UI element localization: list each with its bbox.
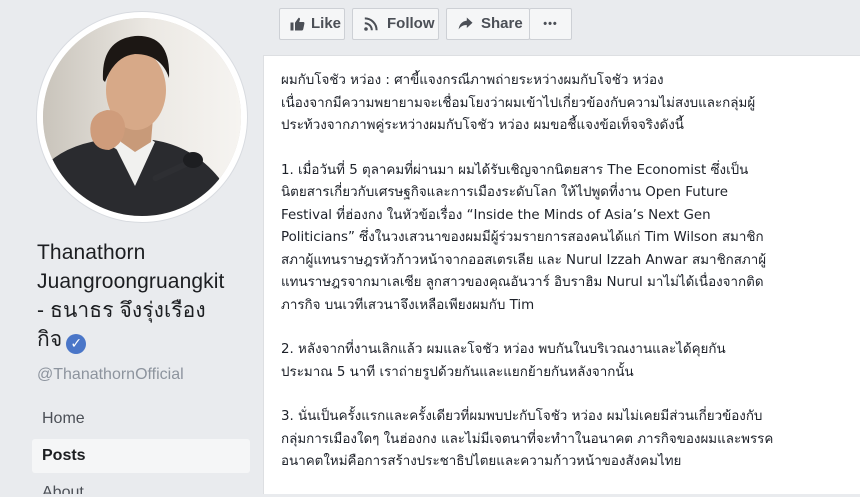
like-label: Like (311, 15, 342, 32)
nav-item-about[interactable]: About (32, 476, 250, 494)
post-paragraph: 1. เมื่อวันที่ 5 ตุลาคมที่ผ่านมา ผมได้รั… (281, 162, 767, 313)
page-name-text: กิจ (37, 328, 63, 351)
verified-badge-icon[interactable]: ✓ (66, 334, 87, 354)
more-options-button[interactable]: ••• (529, 8, 572, 40)
profile-picture[interactable] (37, 12, 247, 222)
nav-item-home[interactable]: Home (32, 402, 250, 436)
rss-feed-icon (364, 17, 378, 31)
post-body: ผมกับโจชัว หว่อง : ศาขี้แจงกรณีภาพถ่ายระ… (281, 70, 851, 496)
follow-button[interactable]: Follow (352, 8, 439, 40)
page-handle[interactable]: @ThanathornOfficial (37, 366, 184, 384)
follow-label: Follow (387, 15, 435, 32)
avatar (43, 18, 241, 216)
page-name-line: Thanathorn (37, 241, 146, 264)
thumbs-up-icon (290, 17, 305, 31)
more-icon: ••• (543, 18, 558, 30)
page-name-line: Juangroongruangkit (37, 270, 225, 293)
page-name-line: - ธนาธร จึงรุ่งเรือง (37, 299, 206, 322)
post-paragraph: 2. หลังจากที่งานเลิกแล้ว ผมและโจชัว หว่อ… (281, 342, 726, 380)
page-nav: Home Posts About (32, 402, 250, 497)
share-arrow-icon (458, 17, 473, 30)
nav-item-posts[interactable]: Posts (32, 439, 250, 473)
share-button[interactable]: Share (446, 8, 530, 40)
like-button[interactable]: Like (279, 8, 345, 40)
avatar-photo (43, 18, 241, 216)
page-title[interactable]: Thanathorn Juangroongruangkit - ธนาธร จึ… (37, 238, 252, 354)
page-sidebar: Thanathorn Juangroongruangkit - ธนาธร จึ… (0, 0, 262, 494)
post-card: ผมกับโจชัว หว่อง : ศาขี้แจงกรณีภาพถ่ายระ… (263, 55, 860, 494)
page-name-line: กิจ ✓ (37, 325, 252, 354)
post-paragraph: ผมกับโจชัว หว่อง : ศาขี้แจงกรณีภาพถ่ายระ… (281, 73, 756, 133)
share-label: Share (481, 15, 523, 32)
post-paragraph: 3. นั่นเป็นครั้งแรกและครั้งเดียวที่ผมพบป… (281, 409, 774, 469)
